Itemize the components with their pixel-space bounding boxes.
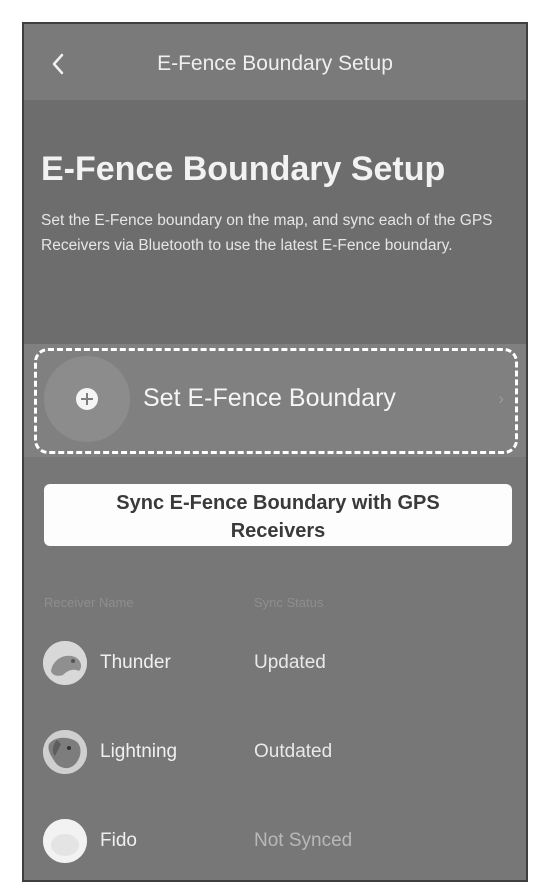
- receiver-name: Thunder: [100, 652, 171, 673]
- sync-status: Not Synced: [254, 830, 353, 851]
- set-boundary-label: Set E-Fence Boundary: [143, 384, 396, 412]
- dog-avatar-icon: [43, 730, 87, 774]
- plus-circle-icon: [76, 388, 98, 410]
- receiver-row[interactable]: Lightning Outdated: [24, 730, 526, 786]
- nav-title: E-Fence Boundary Setup: [157, 52, 393, 75]
- column-header-sync-status: Sync Status: [254, 595, 324, 610]
- chevron-right-icon: ›: [498, 389, 504, 408]
- sync-boundary-button[interactable]: Sync E-Fence Boundary with GPS Receivers: [44, 484, 512, 546]
- receiver-row[interactable]: Thunder Updated: [24, 641, 526, 697]
- phone-screen: E-Fence Boundary Setup E-Fence Boundary …: [22, 22, 528, 882]
- navigation-bar: E-Fence Boundary Setup: [24, 24, 526, 100]
- page-title: E-Fence Boundary Setup: [41, 150, 446, 188]
- sync-status: Updated: [254, 652, 326, 673]
- column-header-receiver-name: Receiver Name: [44, 595, 134, 610]
- receiver-name: Lightning: [100, 741, 178, 762]
- dog-avatar-icon: [43, 641, 87, 685]
- page-description: Set the E-Fence boundary on the map, and…: [41, 212, 493, 254]
- set-boundary-row[interactable]: Set E-Fence Boundary ›: [24, 344, 526, 457]
- receiver-name: Fido: [100, 830, 137, 851]
- sync-status: Outdated: [254, 741, 333, 762]
- dog-avatar-icon: [43, 819, 87, 863]
- receiver-row[interactable]: Fido Not Synced: [24, 819, 526, 875]
